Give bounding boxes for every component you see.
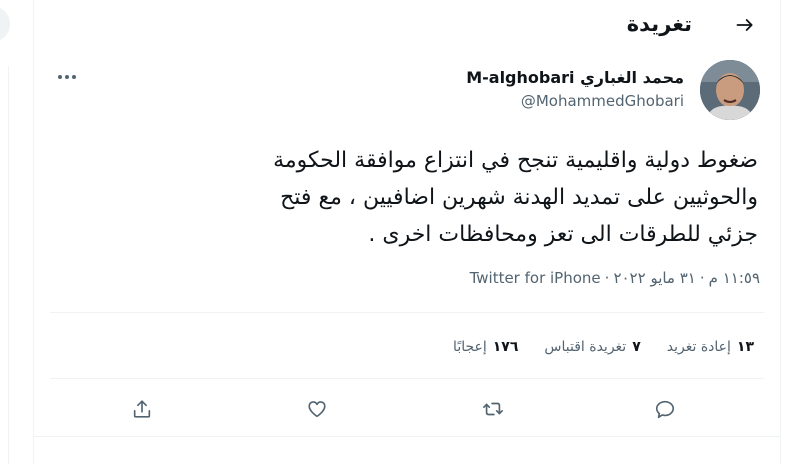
quotes-stat[interactable]: ٧ تغريدة اقتباس bbox=[544, 339, 640, 355]
quotes-count: ٧ bbox=[632, 339, 641, 355]
likes-label: إعجابًا bbox=[453, 339, 487, 355]
avatar-photo bbox=[700, 60, 760, 120]
tweet-column: تغريدة محمد الغباري M-alghobari @Mohamme… bbox=[33, 0, 781, 464]
tweet-source[interactable]: Twitter for iPhone bbox=[470, 269, 601, 287]
tweet-text: ضغوط دولية واقليمية تنجح في انتزاع موافق… bbox=[118, 142, 758, 253]
quotes-label: تغريدة اقتباس bbox=[544, 339, 627, 355]
heart-icon bbox=[308, 401, 326, 418]
more-button[interactable] bbox=[50, 64, 84, 90]
reply-button[interactable] bbox=[648, 392, 682, 426]
like-button[interactable] bbox=[300, 392, 334, 426]
page: تغريدة محمد الغباري M-alghobari @Mohamme… bbox=[0, 0, 808, 464]
tweet-time[interactable]: ١١:٥٩ م bbox=[709, 269, 760, 287]
retweets-stat[interactable]: ١٣ إعادة تغريد bbox=[667, 339, 754, 355]
tweet-text-line: والحوثيين على تمديد الهدنة شهرين اضافيين… bbox=[280, 185, 758, 210]
likes-count: ١٧٦ bbox=[492, 339, 519, 355]
reply-icon bbox=[655, 400, 675, 419]
share-button[interactable] bbox=[125, 392, 159, 426]
left-edge-element bbox=[0, 6, 10, 42]
back-button[interactable] bbox=[728, 8, 762, 42]
meta-separator: · bbox=[699, 269, 705, 287]
retweets-count: ١٣ bbox=[736, 339, 754, 355]
arrow-right-icon bbox=[736, 19, 753, 31]
left-gutter-divider bbox=[8, 66, 9, 464]
author-row: محمد الغباري M-alghobari @MohammedGhobar… bbox=[34, 58, 780, 122]
retweet-button[interactable] bbox=[476, 392, 510, 426]
divider bbox=[50, 312, 764, 313]
divider bbox=[50, 378, 764, 379]
more-icon bbox=[58, 75, 76, 79]
tweet-meta: ١١:٥٩ م · ٣١ مايو ٢٠٢٢ · Twitter for iPh… bbox=[470, 266, 760, 290]
retweet-icon bbox=[483, 402, 503, 416]
meta-separator: · bbox=[604, 269, 610, 287]
tweet-actions bbox=[34, 392, 780, 426]
divider bbox=[34, 436, 780, 437]
share-icon bbox=[133, 400, 151, 418]
avatar[interactable] bbox=[700, 60, 760, 120]
tweet-text-line: ضغوط دولية واقليمية تنجح في انتزاع موافق… bbox=[273, 148, 758, 173]
tweet-text-line: جزئي للطرقات الى تعز ومحافظات اخرى . bbox=[368, 222, 758, 247]
tweet-header: تغريدة bbox=[34, 0, 780, 50]
author-handle[interactable]: @MohammedGhobari bbox=[521, 90, 684, 112]
page-title: تغريدة bbox=[626, 12, 692, 36]
tweet-date[interactable]: ٣١ مايو ٢٠٢٢ bbox=[613, 269, 695, 287]
tweet-stats: ١٣ إعادة تغريد ٧ تغريدة اقتباس ١٧٦ إعجاب… bbox=[427, 334, 754, 360]
author-display-name[interactable]: محمد الغباري M-alghobari bbox=[466, 67, 684, 89]
retweets-label: إعادة تغريد bbox=[666, 339, 731, 355]
likes-stat[interactable]: ١٧٦ إعجابًا bbox=[453, 339, 518, 355]
